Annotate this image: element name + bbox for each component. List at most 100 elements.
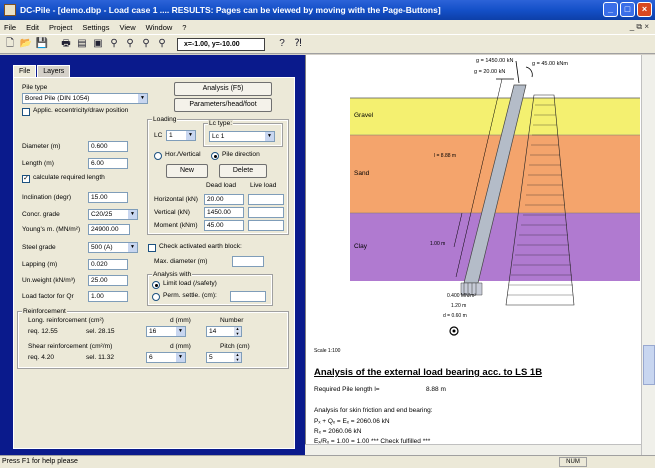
open-folder-icon[interactable]: 📂	[19, 37, 33, 51]
pile-direction-radio[interactable]	[211, 152, 219, 160]
concrete-grade-select[interactable]: C20/25 ▼	[88, 209, 138, 220]
save-icon[interactable]: 💾	[35, 37, 49, 51]
unit-weight-input[interactable]: 25.00	[88, 275, 128, 286]
reinforcement-group-label: Reinforcement	[22, 308, 67, 315]
menu-settings[interactable]: Settings	[82, 23, 109, 32]
analysis-button[interactable]: Analysis (F5)	[174, 82, 272, 96]
window-title: DC-Pile - [demo.dbp - Load case 1 .... R…	[20, 5, 441, 15]
zoom-all-icon[interactable]: ⚲	[155, 37, 169, 51]
moment-live-input[interactable]	[248, 220, 284, 231]
long-d-select[interactable]: 16 ▼	[146, 326, 186, 337]
pile-form: Pile type Bored Pile (DIN 1054) ▼ Applic.…	[13, 77, 295, 449]
inclination-input[interactable]: 15.00	[88, 192, 128, 203]
limit-load-label: Limit load (/safety)	[163, 280, 217, 287]
length-input[interactable]: 6.00	[88, 158, 128, 169]
required-length-value: 8.88 m	[426, 386, 446, 393]
lc-select[interactable]: 1 ▼	[166, 130, 196, 141]
shear-d-label: d (mm)	[170, 343, 191, 350]
live-load-header: Live load	[250, 182, 277, 189]
long-d-label: d (mm)	[170, 317, 191, 324]
delete-loadcase-button[interactable]: Delete	[219, 164, 267, 178]
mdi-window-controls[interactable]: _ ⧉ ×	[630, 22, 649, 32]
print-icon[interactable]: 🖶	[59, 37, 73, 51]
youngs-modulus-label: Young's m. (MN/m²)	[22, 226, 81, 233]
shear-reinforcement-label: Shear reinforcement (cm²/m)	[28, 343, 113, 350]
tip-pressure-label: 0.400 MN/m²	[447, 293, 476, 299]
load-factor-input[interactable]: 1.00	[88, 291, 128, 302]
earth-block-checkbox[interactable]	[148, 244, 156, 252]
pitch-stepper[interactable]: 5 ▲ ▼	[206, 352, 242, 363]
shear-d-select[interactable]: 6 ▼	[146, 352, 186, 363]
diameter-dimension-label: d = 0.60 m	[443, 313, 467, 319]
loading-group-label: Loading	[152, 116, 178, 123]
perm-settle-radio[interactable]	[152, 293, 160, 301]
unit-weight-label: Un.weight (kN/m³)	[22, 277, 76, 284]
long-req-value: req. 12.55	[28, 328, 58, 335]
context-help-icon[interactable]: ⁈	[291, 37, 305, 51]
moment-dead-input[interactable]: 45.00	[204, 220, 244, 231]
vertical-label: Vertical (kN)	[154, 209, 190, 216]
tab-layers[interactable]: Layers	[37, 65, 71, 77]
menu-help[interactable]: ?	[182, 23, 186, 32]
menu-project[interactable]: Project	[49, 23, 72, 32]
menu-view[interactable]: View	[119, 23, 135, 32]
steel-grade-label: Steel grade	[22, 244, 56, 251]
youngs-modulus-input[interactable]: 24900.00	[88, 224, 130, 235]
result-line-2: Rₓ = 2060.06 kN	[314, 428, 362, 435]
clay-layer	[350, 213, 640, 281]
diameter-label: Diameter (m)	[22, 143, 61, 150]
menu-file[interactable]: File	[4, 23, 16, 32]
menu-edit[interactable]: Edit	[26, 23, 39, 32]
help-icon[interactable]: ?	[275, 37, 289, 51]
zoom-in-icon[interactable]: ⚲	[107, 37, 121, 51]
horizontal-scrollbar[interactable]	[305, 444, 641, 455]
sand-label: Sand	[354, 170, 370, 177]
minimize-button[interactable]: _	[603, 2, 618, 17]
moment-arrow	[525, 66, 533, 78]
menu-window[interactable]: Window	[146, 23, 173, 32]
close-button[interactable]: ×	[637, 2, 652, 17]
input-pane: File Layers Pile type Bored Pile (DIN 10…	[0, 55, 305, 455]
zoom-out-icon[interactable]: ⚲	[123, 37, 137, 51]
app-icon	[4, 4, 16, 16]
pile-drawing	[350, 60, 640, 336]
scale-label: Scale 1:100	[314, 348, 341, 354]
title-bar[interactable]: DC-Pile - [demo.dbp - Load case 1 .... R…	[0, 0, 655, 20]
parameters-button[interactable]: Parameters/head/foot	[174, 98, 272, 112]
pile-type-select[interactable]: Bored Pile (DIN 1054) ▼	[22, 93, 148, 104]
max-diameter-input[interactable]	[232, 256, 264, 267]
applic-eccentricity-checkbox[interactable]	[22, 108, 30, 116]
perm-settle-label: Perm. settle. (cm):	[163, 292, 217, 299]
export-icon[interactable]: ▣	[91, 37, 105, 51]
tab-file[interactable]: File	[13, 65, 37, 77]
maximize-button[interactable]: □	[620, 2, 635, 17]
print-preview-icon[interactable]: ▤	[75, 37, 89, 51]
zoom-window-icon[interactable]: ⚲	[139, 37, 153, 51]
hor-vertical-label: Hor./Vertical	[165, 151, 201, 158]
perm-settle-input[interactable]	[230, 291, 266, 302]
horizontal-live-input[interactable]	[248, 194, 284, 205]
vertical-dead-input[interactable]: 1450.00	[204, 207, 244, 218]
calculate-length-checkbox[interactable]: ✓	[22, 175, 30, 183]
concrete-grade-label: Concr. grade	[22, 211, 60, 218]
new-file-icon[interactable]: 🗋	[3, 37, 17, 51]
long-number-label: Number	[220, 317, 244, 324]
new-loadcase-button[interactable]: New	[166, 164, 208, 178]
horizontal-load-label: g = 20.00 kN	[474, 69, 506, 75]
hor-vertical-radio[interactable]	[154, 152, 162, 160]
diameter-input[interactable]: 0.600	[88, 141, 128, 152]
vertical-scrollbar[interactable]	[641, 55, 655, 455]
limit-load-radio[interactable]	[152, 281, 160, 289]
scrollbar-thumb[interactable]	[643, 345, 655, 385]
lc-type-select[interactable]: Lc 1 ▼	[209, 131, 275, 142]
results-heading: Analysis of the external load bearing ac…	[314, 367, 543, 378]
steel-grade-select[interactable]: 500 (A) ▼	[88, 242, 138, 253]
vertical-live-input[interactable]	[248, 207, 284, 218]
moment-label: Moment (kNm)	[154, 222, 198, 229]
load-factor-label: Load factor for Qr	[22, 293, 74, 300]
skin-friction-heading: Analysis for skin friction and end beari…	[314, 407, 433, 414]
long-number-stepper[interactable]: 14 ▲ ▼	[206, 326, 242, 337]
lapping-input[interactable]: 0.020	[88, 259, 128, 270]
horizontal-dead-input[interactable]: 20.00	[204, 194, 244, 205]
lapping-label: Lapping (m)	[22, 261, 58, 268]
